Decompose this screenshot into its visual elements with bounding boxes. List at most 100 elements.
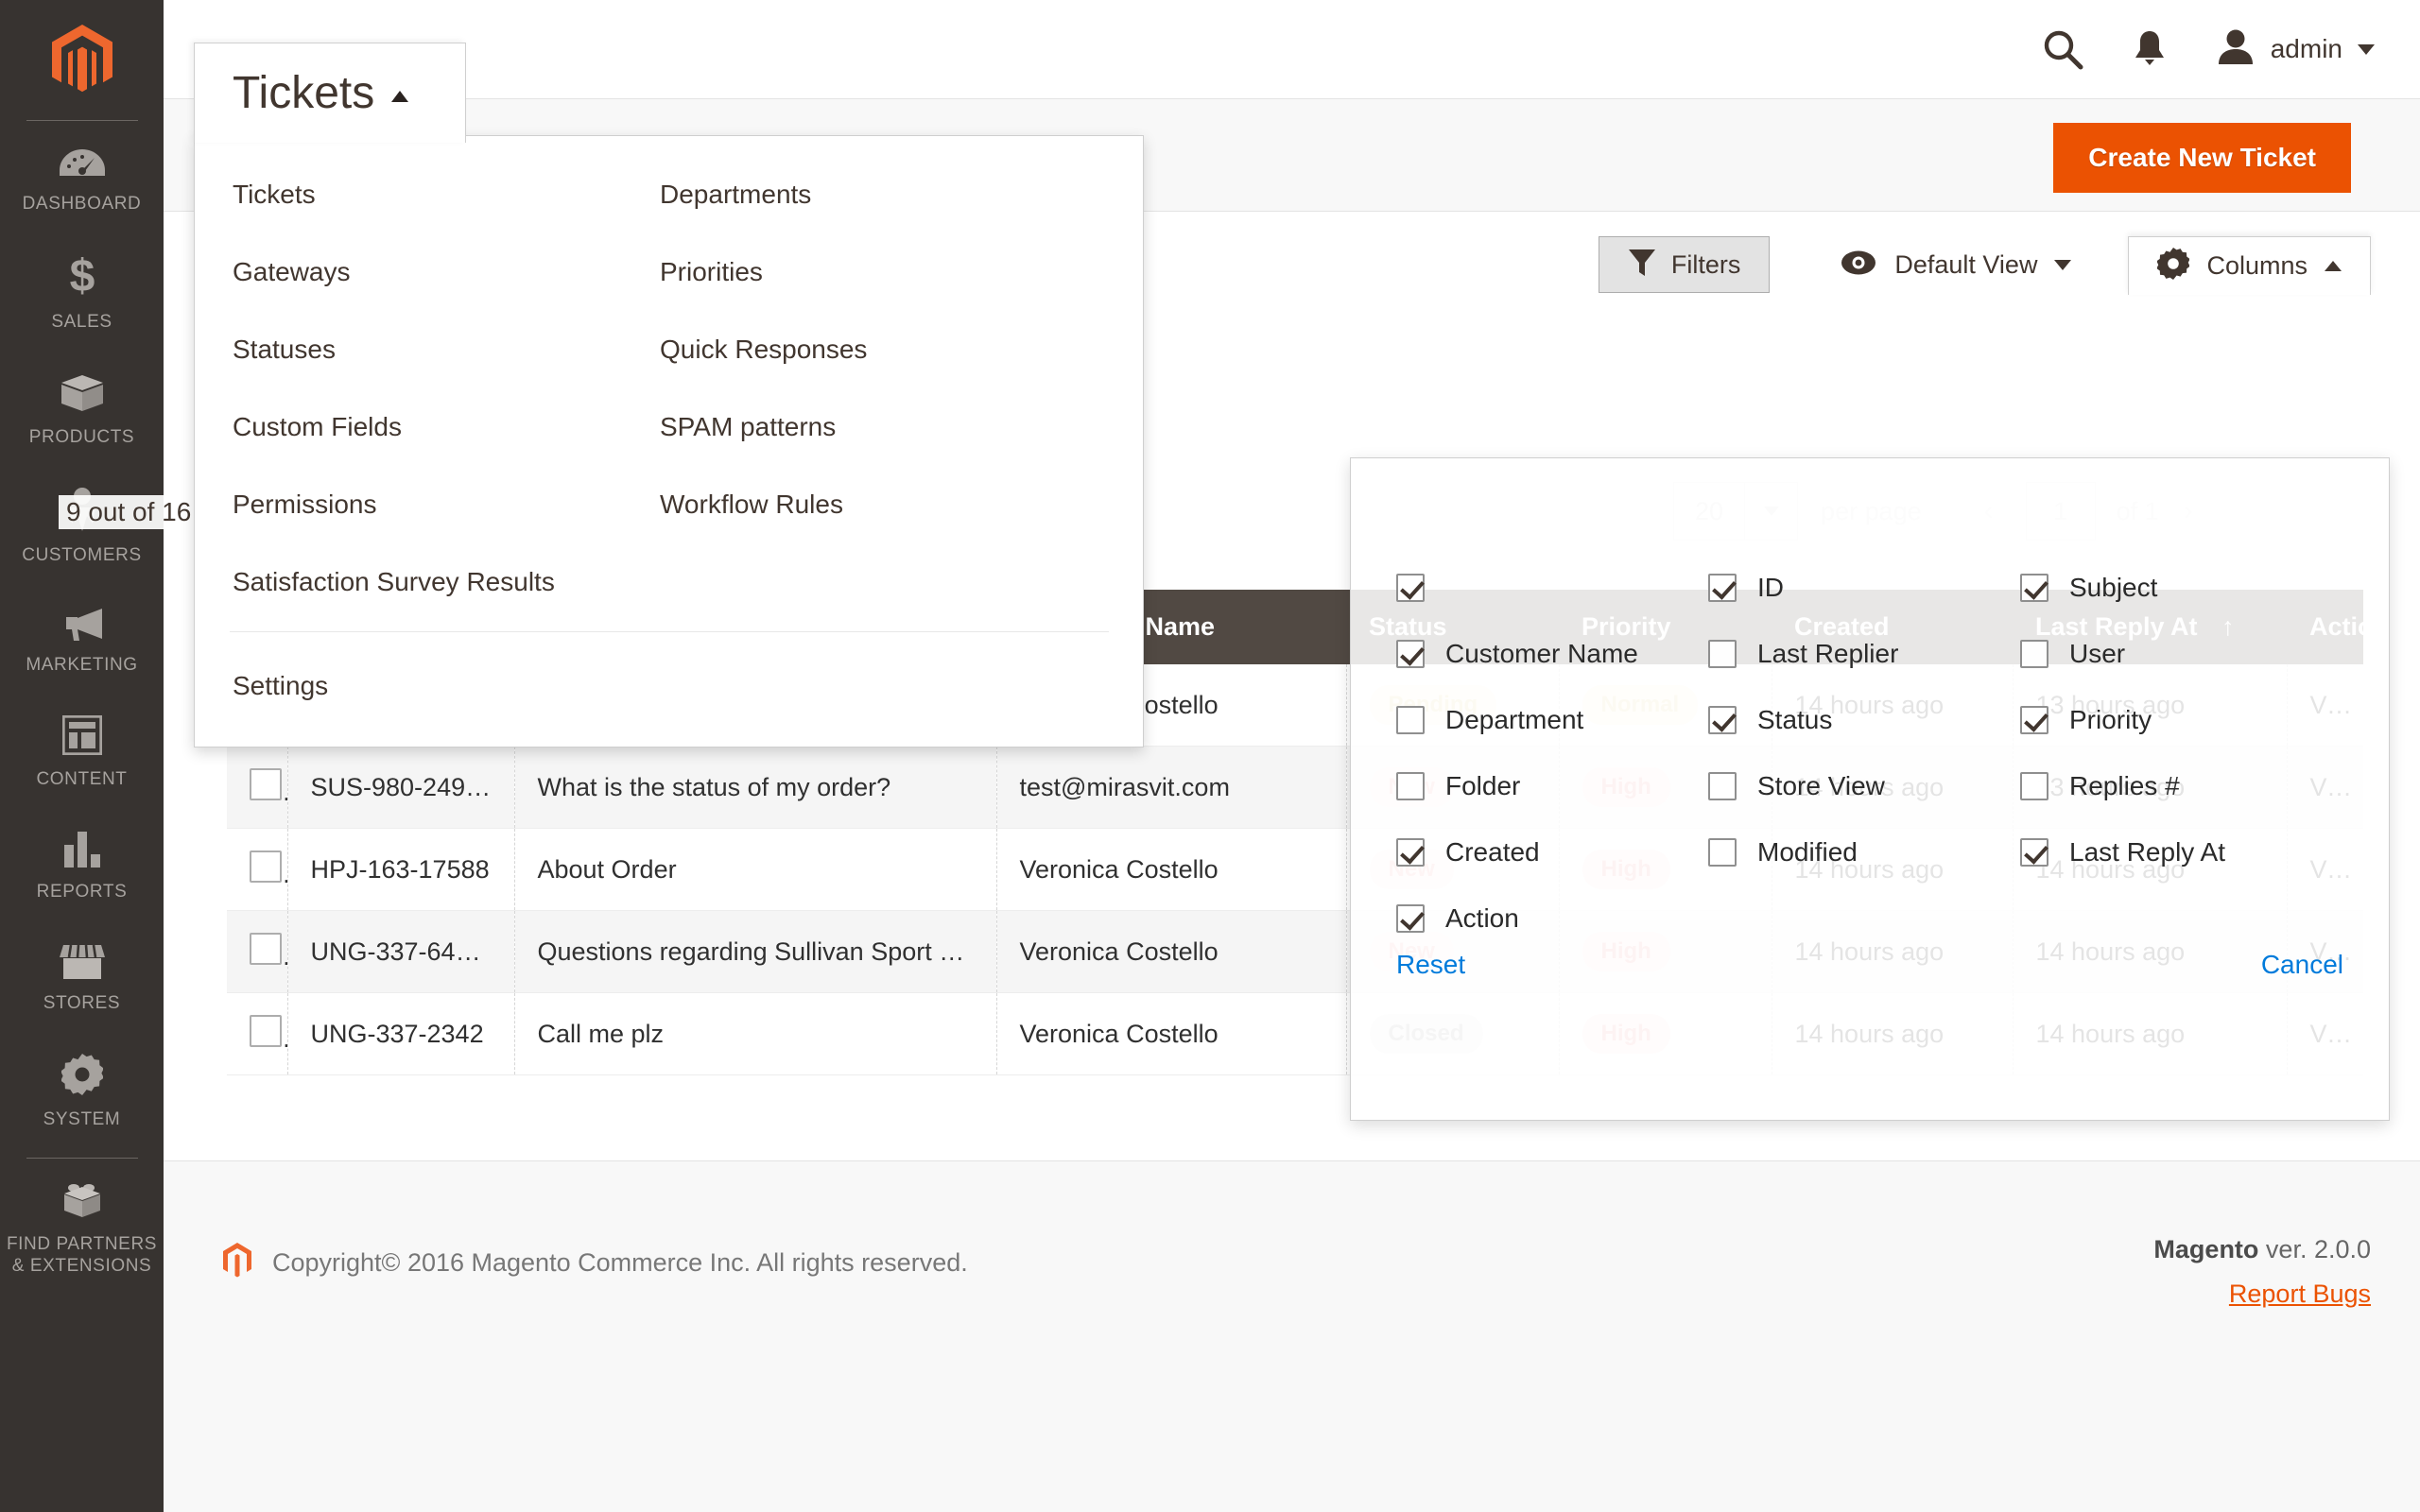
default-view-button[interactable]: Default View [1811,236,2100,293]
columns-item-store-view[interactable]: Store View [1708,753,2020,819]
columns-item-department[interactable]: Department [1396,687,1708,753]
search-icon[interactable] [2042,28,2083,70]
menu-item-departments[interactable]: Departments [660,164,1114,226]
row-checkbox[interactable] [250,1015,282,1047]
sidebar-item-stores[interactable]: STORES [0,922,164,1033]
filters-label: Filters [1671,250,1741,280]
sidebar-item-marketing[interactable]: MARKETING [0,586,164,695]
row-checkbox[interactable] [250,933,282,965]
checkbox-icon[interactable] [1708,772,1737,800]
checkbox-icon[interactable] [1396,574,1425,602]
header-actions: admin [2042,0,2375,98]
row-checkbox[interactable] [250,850,282,883]
columns-item-customer-name[interactable]: Customer Name [1396,621,1708,687]
cell-subject: About Order [514,829,996,911]
columns-item-modified[interactable]: Modified [1708,819,2020,885]
bar-chart-icon [62,830,102,872]
columns-item-label: Action [1445,903,1519,934]
columns-item-last-replier[interactable]: Last Replier [1708,621,2020,687]
filters-button[interactable]: Filters [1599,236,1771,293]
columns-item-label: Last Replier [1757,639,1898,669]
cell-subject: Call me plz [514,993,996,1075]
columns-item-user[interactable]: User [2020,621,2357,687]
columns-item-label: Replies # [2069,771,2180,801]
columns-item-subject[interactable]: Subject [2020,555,2357,621]
columns-item-id[interactable]: ID [1708,555,2020,621]
sidebar-item-content[interactable]: CONTENT [0,695,164,809]
lego-brick-icon [60,1181,105,1224]
menu-item-workflow-rules[interactable]: Workflow Rules [660,474,1114,536]
checkbox-icon[interactable] [1708,706,1737,734]
cell-id: SUS-980-24985 [287,747,514,829]
chevron-up-icon [2325,261,2342,271]
footer-version-line: Magento ver. 2.0.0 [2153,1235,2371,1264]
tickets-menu-tab[interactable]: Tickets [194,43,466,143]
checkbox-icon[interactable] [2020,640,2048,668]
cancel-columns-button[interactable]: Cancel [2261,950,2343,980]
row-checkbox[interactable] [250,768,282,800]
checkbox-icon[interactable] [1396,640,1425,668]
checkbox-icon[interactable] [2020,706,2048,734]
sidebar-item-reports[interactable]: REPORTS [0,809,164,921]
checkbox-icon[interactable] [2020,772,2048,800]
columns-item-created[interactable]: Created [1396,819,1708,885]
checkbox-icon[interactable] [2020,574,2048,602]
dollar-sign-icon: $ [66,254,98,302]
cell-customer: Veronica Costello [996,911,1346,993]
columns-item-priority[interactable]: Priority [2020,687,2357,753]
checkbox-icon[interactable] [1708,640,1737,668]
row-select-cell[interactable] [227,993,287,1075]
menu-item-permissions[interactable]: Permissions [233,474,686,536]
checkbox-icon[interactable] [1396,904,1425,933]
checkbox-icon[interactable] [1396,706,1425,734]
sidebar-item-dashboard[interactable]: DASHBOARD [0,127,164,233]
menu-item-spam-patterns[interactable]: SPAM patterns [660,397,1114,458]
menu-item-tickets[interactable]: Tickets [233,164,686,226]
menu-divider [230,631,1109,632]
cell-id: HPJ-163-17588 [287,829,514,911]
row-select-cell[interactable] [227,829,287,911]
chevron-down-icon [2054,260,2071,270]
checkbox-icon[interactable] [2020,838,2048,867]
columns-item-label: ID [1757,573,1784,603]
menu-item-quick-responses[interactable]: Quick Responses [660,319,1114,381]
sidebar-divider-bottom [26,1158,138,1159]
cell-id: UNG-337-2342 [287,993,514,1075]
funnel-icon [1628,248,1656,283]
tickets-menu-column-left: Tickets Gateways Statuses Custom Fields … [233,164,686,629]
checkbox-icon[interactable] [1708,838,1737,867]
bell-icon[interactable] [2133,29,2167,69]
sidebar-item-label: STORES [43,993,120,1014]
row-select-cell[interactable] [227,911,287,993]
checkbox-icon[interactable] [1396,772,1425,800]
magento-logo-icon[interactable] [52,25,112,99]
columns-item-last-reply-at[interactable]: Last Reply At [2020,819,2357,885]
menu-item-settings[interactable]: Settings [233,671,328,701]
reset-columns-button[interactable]: Reset [1396,950,1465,980]
columns-item-status[interactable]: Status [1708,687,2020,753]
create-new-ticket-button[interactable]: Create New Ticket [2053,123,2351,193]
checkbox-icon[interactable] [1396,838,1425,867]
menu-item-priorities[interactable]: Priorities [660,242,1114,303]
columns-item-replies[interactable]: Replies # [2020,753,2357,819]
sidebar-item-system[interactable]: SYSTEM [0,1033,164,1149]
menu-item-satisfaction-survey-results[interactable]: Satisfaction Survey Results [233,552,686,613]
columns-item-select-all[interactable] [1396,555,1708,621]
menu-item-statuses[interactable]: Statuses [233,319,686,381]
report-bugs-link[interactable]: Report Bugs [2153,1280,2371,1309]
columns-button[interactable]: Columns [2128,236,2371,295]
menu-item-custom-fields[interactable]: Custom Fields [233,397,686,458]
sidebar-item-find-partners-extensions[interactable]: FIND PARTNERS& EXTENSIONS [0,1160,164,1297]
sidebar-item-sales[interactable]: $ SALES [0,233,164,352]
sidebar-item-label: PRODUCTS [29,427,134,448]
menu-item-gateways[interactable]: Gateways [233,242,686,303]
admin-menu[interactable]: admin [2216,28,2375,71]
columns-item-folder[interactable]: Folder [1396,753,1708,819]
sidebar-item-products[interactable]: PRODUCTS [0,352,164,467]
checkbox-icon[interactable] [1708,574,1737,602]
box-icon [60,373,105,418]
columns-item-label: Modified [1757,837,1858,868]
row-select-cell[interactable] [227,747,287,829]
columns-item-label: User [2069,639,2125,669]
columns-item-action[interactable]: Action [1396,885,1708,952]
